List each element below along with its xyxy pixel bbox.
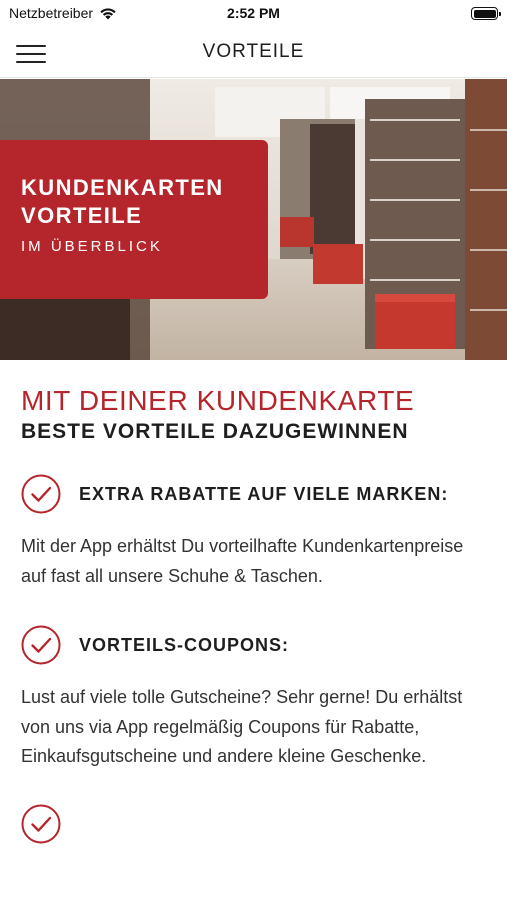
benefit-title: EXTRA RABATTE AUF VIELE MARKEN: bbox=[79, 483, 449, 504]
benefit-item bbox=[21, 804, 486, 844]
hero-card: KUNDENKARTEN VORTEILE IM ÜBERBLICK bbox=[0, 140, 268, 299]
benefit-title: VORTEILS-COUPONS: bbox=[79, 634, 290, 655]
hero-banner: KUNDENKARTEN VORTEILE IM ÜBERBLICK bbox=[0, 79, 507, 360]
battery-icon bbox=[471, 7, 501, 20]
nav-bar: VORTEILE bbox=[0, 30, 507, 78]
check-circle-icon bbox=[21, 804, 61, 843]
intro-subheading: BESTE VORTEILE DAZUGEWINNEN bbox=[21, 420, 409, 443]
main-content: MIT DEINER KUNDENKARTE BESTE VORTEILE DA… bbox=[0, 360, 507, 844]
benefit-header: VORTEILS-COUPONS: bbox=[21, 625, 486, 665]
benefit-item: VORTEILS-COUPONS: Lust auf viele tolle G… bbox=[21, 625, 486, 772]
benefit-description: Mit der App erhältst Du vorteilhafte Kun… bbox=[21, 536, 464, 586]
benefit-header: EXTRA RABATTE AUF VIELE MARKEN: bbox=[21, 474, 486, 514]
benefit-description: Lust auf viele tolle Gutscheine? Sehr ge… bbox=[21, 687, 463, 766]
battery-level bbox=[473, 9, 496, 18]
status-bar: Netzbetreiber 2:52 PM bbox=[0, 0, 507, 30]
benefit-item: EXTRA RABATTE AUF VIELE MARKEN: Mit der … bbox=[21, 474, 486, 591]
hero-title-line1: KUNDENKARTEN bbox=[21, 175, 224, 200]
hero-title-line2: VORTEILE bbox=[21, 203, 143, 228]
benefit-header bbox=[21, 804, 486, 844]
check-circle-icon bbox=[21, 474, 61, 514]
intro-heading: MIT DEINER KUNDENKARTE bbox=[21, 385, 415, 416]
hero-subtitle: IM ÜBERBLICK bbox=[21, 238, 163, 255]
status-time: 2:52 PM bbox=[227, 5, 280, 21]
check-circle-icon bbox=[21, 625, 61, 665]
page-title: VORTEILE bbox=[202, 41, 305, 62]
